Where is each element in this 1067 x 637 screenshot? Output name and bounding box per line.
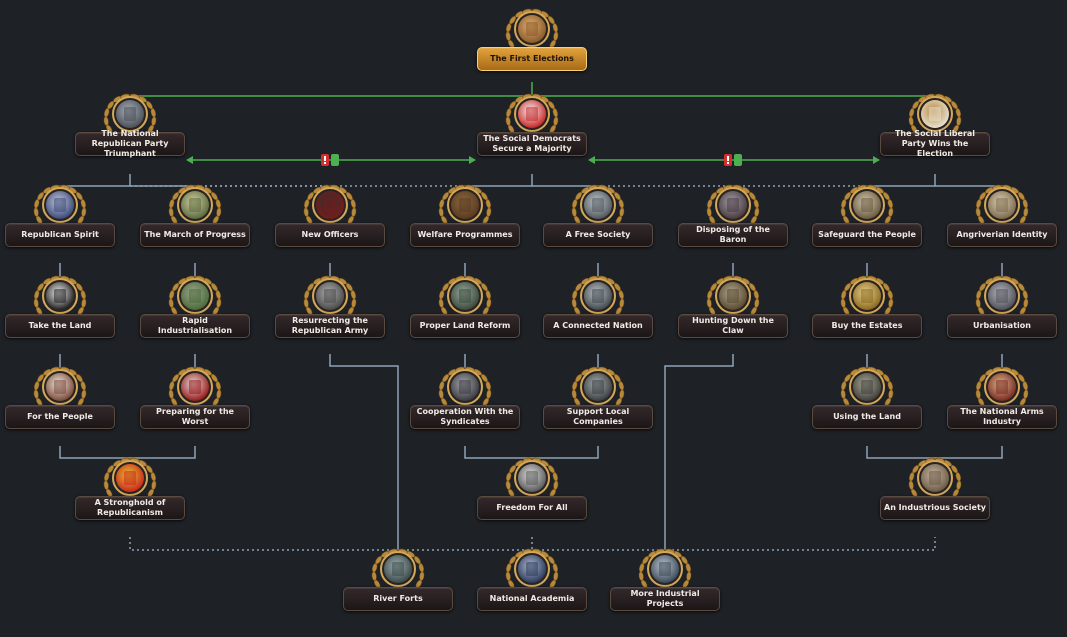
focus-new-officers[interactable]: New Officers [275, 179, 385, 257]
focus-disposing-baron[interactable]: Disposing of the Baron [678, 179, 788, 257]
focus-label: Cooperation With the Syndicates [410, 405, 520, 429]
focus-label: Proper Land Reform [410, 314, 520, 338]
focus-label: The Social Liberal Party Wins the Electi… [880, 129, 990, 158]
focus-label: The National Arms Industry [947, 405, 1057, 429]
focus-angriverian-identity[interactable]: Angriverian Identity [947, 179, 1057, 257]
focus-stronghold-republicanism[interactable]: A Stronghold of Republicanism [75, 452, 185, 530]
focus-label: For the People [5, 405, 115, 429]
focus-label: A Stronghold of Republicanism [75, 496, 185, 520]
focus-label: Angriverian Identity [947, 223, 1057, 247]
focus-label: Rapid Industrialisation [140, 314, 250, 338]
focus-label: Disposing of the Baron [678, 223, 788, 247]
focus-national-republican[interactable]: The National Republican Party Triumphant [75, 88, 185, 166]
focus-label: River Forts [343, 587, 453, 611]
focus-label: The March of Progress [140, 223, 250, 247]
focus-urbanisation[interactable]: Urbanisation [947, 270, 1057, 348]
focus-label: The First Elections [477, 47, 587, 71]
focus-label: A Free Society [543, 223, 653, 247]
focus-resurrecting-army[interactable]: Resurrecting the Republican Army [275, 270, 385, 348]
focus-label: Buy the Estates [812, 314, 922, 338]
focus-cooperation-syndicates[interactable]: Cooperation With the Syndicates [410, 361, 520, 439]
focus-label: Take the Land [5, 314, 115, 338]
mutually-exclusive-icon [321, 154, 339, 166]
focus-using-the-land[interactable]: Using the Land [812, 361, 922, 439]
focus-label: Support Local Companies [543, 405, 653, 429]
focus-march-of-progress[interactable]: The March of Progress [140, 179, 250, 257]
focus-label: The Social Democrats Secure a Majority [477, 132, 587, 156]
focus-social-liberal[interactable]: The Social Liberal Party Wins the Electi… [880, 88, 990, 166]
focus-label: A Connected Nation [543, 314, 653, 338]
focus-label: An Industrious Society [880, 496, 990, 520]
focus-label: Welfare Programmes [410, 223, 520, 247]
focus-river-forts[interactable]: River Forts [343, 543, 453, 621]
focus-national-academia[interactable]: National Academia [477, 543, 587, 621]
focus-for-the-people[interactable]: For the People [5, 361, 115, 439]
focus-hunting-claw[interactable]: Hunting Down the Claw [678, 270, 788, 348]
focus-label: Using the Land [812, 405, 922, 429]
focus-first-elections[interactable]: The First Elections [477, 3, 587, 81]
focus-support-companies[interactable]: Support Local Companies [543, 361, 653, 439]
focus-label: Freedom For All [477, 496, 587, 520]
focus-label: Preparing for the Worst [140, 405, 250, 429]
focus-social-democrats[interactable]: The Social Democrats Secure a Majority [477, 88, 587, 166]
focus-label: Urbanisation [947, 314, 1057, 338]
focus-label: Resurrecting the Republican Army [275, 314, 385, 338]
focus-label: National Academia [477, 587, 587, 611]
focus-safeguard-people[interactable]: Safeguard the People [812, 179, 922, 257]
focus-freedom-for-all[interactable]: Freedom For All [477, 452, 587, 530]
focus-label: New Officers [275, 223, 385, 247]
focus-label: More Industrial Projects [610, 587, 720, 611]
focus-national-arms[interactable]: The National Arms Industry [947, 361, 1057, 439]
focus-connected-nation[interactable]: A Connected Nation [543, 270, 653, 348]
focus-take-the-land[interactable]: Take the Land [5, 270, 115, 348]
focus-republican-spirit[interactable]: Republican Spirit [5, 179, 115, 257]
focus-welfare-programmes[interactable]: Welfare Programmes [410, 179, 520, 257]
focus-proper-land-reform[interactable]: Proper Land Reform [410, 270, 520, 348]
focus-rapid-industrialisation[interactable]: Rapid Industrialisation [140, 270, 250, 348]
focus-label: Hunting Down the Claw [678, 314, 788, 338]
focus-label: Republican Spirit [5, 223, 115, 247]
focus-industrial-projects[interactable]: More Industrial Projects [610, 543, 720, 621]
mutually-exclusive-icon [724, 154, 742, 166]
focus-free-society[interactable]: A Free Society [543, 179, 653, 257]
focus-buy-estates[interactable]: Buy the Estates [812, 270, 922, 348]
focus-label: Safeguard the People [812, 223, 922, 247]
focus-label: The National Republican Party Triumphant [75, 129, 185, 158]
focus-industrious-society[interactable]: An Industrious Society [880, 452, 990, 530]
focus-preparing-worst[interactable]: Preparing for the Worst [140, 361, 250, 439]
